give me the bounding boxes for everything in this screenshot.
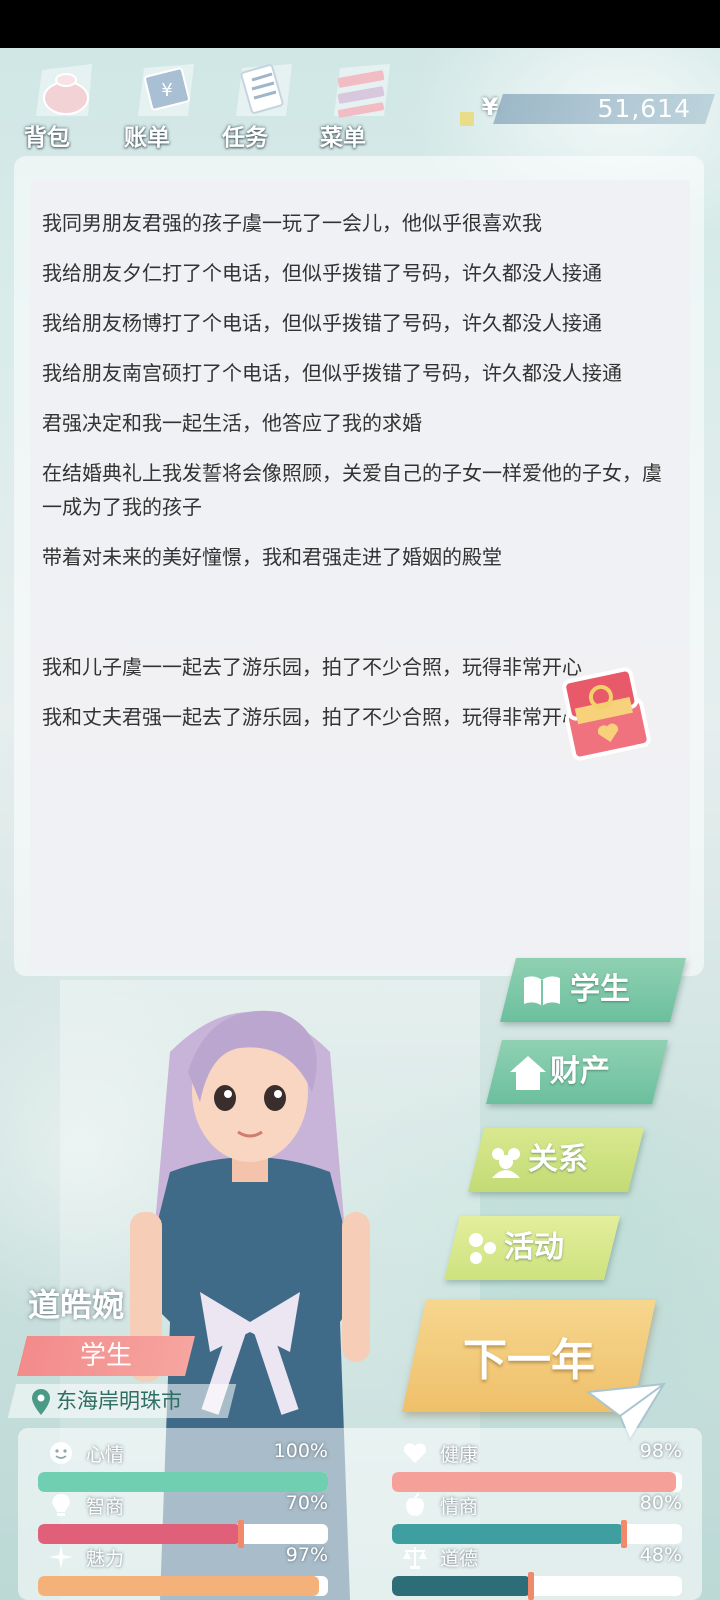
stat-health-track: [392, 1472, 682, 1492]
smiley-icon: [50, 1442, 72, 1464]
student-label: 学生: [570, 972, 630, 1007]
stat-morality-track: [392, 1576, 682, 1596]
stat-iq: 智商 70%: [38, 1492, 328, 1548]
ring-box-icon: [562, 667, 651, 761]
apple-icon: [406, 1493, 424, 1516]
task-label: 任务: [222, 125, 268, 151]
stat-charm: 魅力 97%: [38, 1544, 328, 1598]
stat-mood: 心情 100%: [38, 1440, 328, 1494]
menu-label: 菜单: [320, 125, 366, 151]
stat-morality-label: 道德: [440, 1548, 479, 1570]
bill-icon: ¥: [138, 64, 194, 116]
log-entry: 我给朋友南宫硕打了个电话，但似乎拨错了号码，许久都没人接通: [42, 361, 622, 385]
stat-charm-label: 魅力: [86, 1548, 125, 1570]
role-badge: 学生: [17, 1336, 195, 1376]
stat-iq-fill: [38, 1524, 241, 1544]
relations-label: 关系: [528, 1142, 588, 1177]
lightbulb-icon: [52, 1493, 70, 1516]
next-year-label: 下一年: [463, 1335, 595, 1386]
stat-emotion-track: [392, 1524, 682, 1544]
stat-mood-label: 心情: [86, 1444, 125, 1466]
menu-button[interactable]: 菜单: [314, 56, 398, 151]
stat-health-label: 健康: [440, 1444, 479, 1466]
backpack-icon: [36, 64, 92, 116]
activity-button[interactable]: 活动: [444, 1216, 620, 1280]
stat-morality-fill: [392, 1576, 532, 1596]
scales-icon: [403, 1547, 427, 1569]
bill-button[interactable]: ¥ 账单: [118, 56, 202, 151]
location-label: 东海岸明珠市: [56, 1389, 182, 1413]
stat-health-fill: [392, 1472, 677, 1492]
sparkle-icon: [49, 1545, 73, 1569]
stat-health: 健康 98%: [392, 1440, 682, 1494]
stat-charm-value: 97%: [285, 1544, 328, 1566]
bill-label: 账单: [124, 125, 170, 151]
yen-icon: ¥: [481, 93, 499, 121]
location-pin-icon: [32, 1389, 50, 1415]
stat-morality: 道德 48%: [392, 1544, 682, 1600]
role-label: 学生: [79, 1341, 132, 1371]
money-value: 51,614: [597, 94, 691, 123]
house-icon: [510, 1056, 546, 1090]
property-label: 财产: [550, 1054, 610, 1089]
status-bar: [0, 0, 720, 48]
stat-emotion-fill: [392, 1524, 624, 1544]
log-entry: 我同男朋友君强的孩子虞一玩了一会儿，他似乎很喜欢我: [42, 211, 542, 235]
property-button[interactable]: 财产: [486, 1040, 668, 1104]
stat-charm-fill: [38, 1576, 320, 1596]
stat-charm-track: [38, 1576, 328, 1596]
log-entry: 带着对未来的美好憧憬，我和君强走进了婚姻的殿堂: [42, 545, 502, 569]
people-icon: [492, 1148, 520, 1178]
svg-text:¥: ¥: [161, 80, 172, 101]
stat-mood-track: [38, 1472, 328, 1492]
relations-button[interactable]: 关系: [468, 1128, 644, 1192]
character-name: 道皓婉: [28, 1286, 125, 1324]
money-display: ¥ 51,614: [460, 92, 715, 128]
stat-iq-label: 智商: [86, 1496, 125, 1518]
heart-icon: [403, 1443, 427, 1463]
stat-emotion-label: 情商: [440, 1496, 479, 1518]
activity-label: 活动: [504, 1230, 564, 1265]
log-entry: 君强决定和我一起生活，他答应了我的求婚: [42, 411, 422, 435]
stat-emotion: 情商 80%: [392, 1492, 682, 1548]
log-entry: 我给朋友杨博打了个电话，但似乎拨错了号码，许久都没人接通: [42, 311, 602, 335]
task-icon: [236, 64, 292, 116]
task-button[interactable]: 任务: [216, 56, 300, 151]
stat-iq-value: 70%: [285, 1492, 328, 1514]
stat-iq-track: [38, 1524, 328, 1544]
log-entry: 我给朋友夕仁打了个电话，但似乎拨错了号码，许久都没人接通: [42, 261, 602, 285]
stat-mood-value: 100%: [273, 1440, 328, 1462]
log-entry: 在结婚典礼上我发誓将会像照顾，关爱自己的子女一样爱他的子女，虞一成为了我的孩子: [42, 461, 662, 519]
book-icon: [524, 976, 560, 1006]
stat-morality-marker: [528, 1572, 535, 1600]
backpack-label: 背包: [24, 125, 70, 151]
menu-icon: [334, 64, 390, 118]
location-badge: 东海岸明珠市: [7, 1384, 237, 1418]
stat-emotion-value: 80%: [639, 1492, 682, 1514]
stat-morality-value: 48%: [639, 1544, 682, 1566]
stat-health-value: 98%: [639, 1440, 682, 1462]
activity-icon: [469, 1233, 496, 1264]
backpack-button[interactable]: 背包: [18, 56, 102, 151]
student-button[interactable]: 学生: [500, 958, 686, 1022]
stat-mood-fill: [38, 1472, 328, 1492]
